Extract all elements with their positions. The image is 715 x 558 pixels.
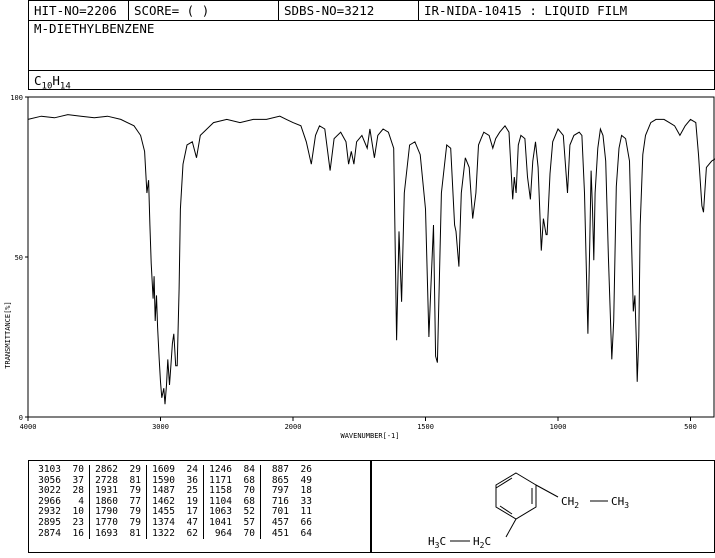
peak-wavenumber: 1322 [152, 527, 175, 539]
peak-transmittance: 16 [64, 528, 90, 540]
peak-transmittance: 24 [178, 464, 204, 476]
peak-transmittance: 29 [121, 464, 147, 476]
peak-table: 3103 70 2862 29 1609 24 1246 84 887 26 3056 37 2728 8… [33, 464, 315, 540]
formula-divider [29, 70, 714, 71]
ir-info: IR-NIDA-10415 : LIQUID FILM [424, 3, 628, 18]
sdbs-number: SDBS-NO=3212 [279, 1, 419, 20]
peak-transmittance: 23 [64, 517, 90, 529]
structure-box: CH2 CH3 H3C H2C [371, 460, 715, 553]
benzene-ring [495, 472, 537, 520]
molecule-structure: CH2 CH3 H3C H2C [428, 472, 629, 550]
peak-transmittance: 70 [64, 464, 90, 476]
right-ch3-label: CH3 [611, 495, 629, 510]
bond-ring-to-ethyl-right [535, 484, 559, 498]
peak-transmittance: 70 [235, 528, 261, 540]
hit-number: HIT-NO=2206 [29, 1, 129, 20]
peak-table-box: 3103 70 2862 29 1609 24 1246 84 887 26 3056 37 2728 8… [28, 460, 371, 553]
y-tick-label: 100 [10, 94, 23, 102]
peak-wavenumber: 964 [214, 527, 232, 539]
molecular-formula: C10H14 [34, 73, 71, 92]
peak-row: 2874 16 1693 81 1322 62 964 70 451 64 [33, 527, 315, 540]
right-ch2-label: CH2 [561, 495, 579, 510]
peak-transmittance: 81 [121, 528, 147, 540]
x-tick-label: 500 [684, 423, 697, 431]
y-tick-label: 0 [19, 414, 23, 422]
x-tick-label: 2000 [285, 423, 302, 431]
peak-wavenumber: 1041 [209, 516, 232, 528]
peak-wavenumber: 2862 [95, 464, 118, 475]
left-ch3-label: H3C [428, 535, 446, 550]
y-tick-label: 50 [15, 254, 23, 262]
y-axis-label: TRANSMITTANCE[%] [4, 301, 12, 368]
x-axis-label: WAVENUMBER[-1] [340, 432, 399, 440]
bond-ring-to-ethyl-left [505, 518, 517, 538]
x-tick-label: 1000 [550, 423, 567, 431]
peak-transmittance: 26 [300, 464, 312, 475]
peak-transmittance: 28 [64, 486, 90, 497]
peak-wavenumber: 2874 [38, 527, 61, 539]
peak-wavenumber: 1374 [152, 516, 175, 528]
peak-transmittance: 79 [121, 517, 147, 529]
peak-transmittance: 47 [178, 517, 204, 529]
x-tick-label: 4000 [20, 423, 37, 431]
peak-transmittance: 62 [178, 528, 204, 540]
peak-wavenumber: 1770 [95, 516, 118, 528]
peak-wavenumber: 1693 [95, 527, 118, 539]
peak-wavenumber: 3103 [38, 464, 61, 475]
x-tick-label: 3000 [152, 423, 169, 431]
peak-transmittance: 66 [300, 516, 312, 528]
peak-wavenumber: 887 [271, 464, 289, 475]
x-tick-label: 1500 [417, 423, 434, 431]
plot-frame [27, 96, 715, 418]
spectrum-line [27, 114, 715, 405]
peak-wavenumber: 1246 [209, 464, 232, 475]
peak-transmittance: 57 [235, 517, 261, 529]
peak-wavenumber: 1609 [152, 464, 175, 475]
compound-name: M-DIETHYLBENZENE [34, 21, 155, 36]
peak-wavenumber: 457 [271, 516, 289, 528]
peak-transmittance: 84 [235, 464, 261, 476]
peak-wavenumber: 451 [271, 527, 289, 539]
peak-wavenumber: 2895 [38, 516, 61, 528]
score: SCORE= ( ) [129, 1, 279, 20]
header-box: HIT-NO=2206 SCORE= ( ) SDBS-NO=3212 IR-N… [28, 0, 715, 92]
left-ch2-label: H2C [473, 535, 491, 550]
peak-transmittance: 64 [300, 527, 312, 539]
peak-row: 3103 70 2862 29 1609 24 1246 84 887 26 [33, 464, 315, 476]
peak-row: 2895 23 1770 79 1374 47 1041 57 457 66 [33, 516, 315, 529]
